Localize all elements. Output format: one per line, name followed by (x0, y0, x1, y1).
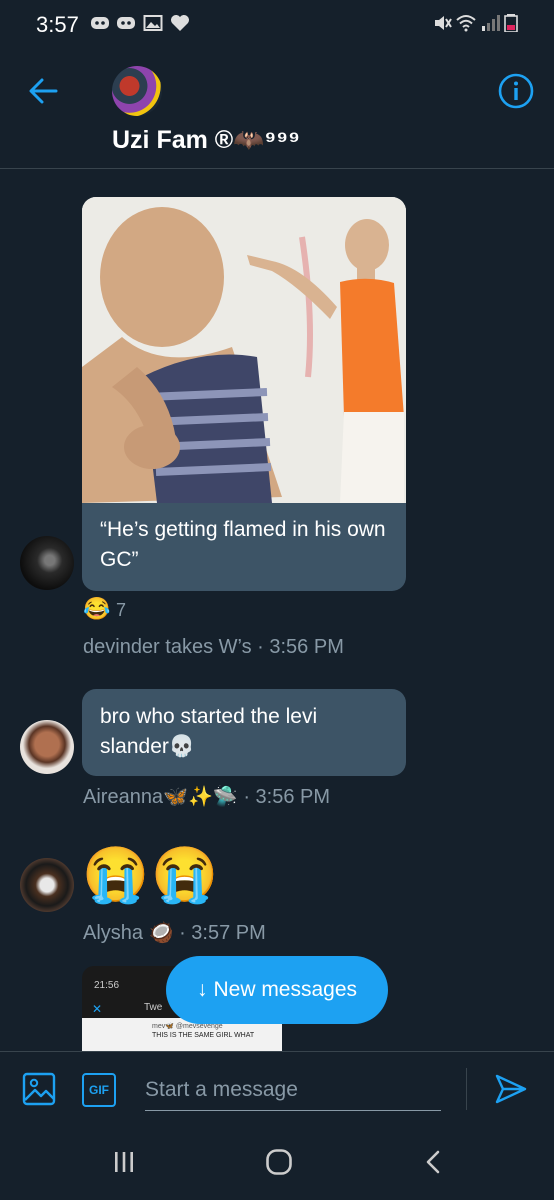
preview-close-icon: ✕ (92, 1002, 103, 1016)
recent-apps-icon[interactable] (112, 1150, 136, 1174)
discord-icon (91, 17, 109, 29)
message-time: · 3:56 PM (243, 786, 331, 808)
sender-name: Aireanna🦋✨🛸 (83, 786, 238, 808)
wifi-icon (456, 15, 476, 32)
arrow-down-icon: ↓ (196, 978, 208, 1001)
conversation-title[interactable]: Uzi Fam ®🦇⁹⁹⁹ (112, 126, 300, 155)
preview-time: 21:56 (94, 980, 120, 991)
signal-icon (482, 15, 500, 31)
image-message[interactable]: “He’s getting flamed in his own GC” (82, 197, 406, 591)
message-meta: Aireanna🦋✨🛸 · 3:56 PM (83, 784, 330, 809)
message-text: “He’s getting flamed in his own GC” (100, 518, 386, 571)
message-bubble[interactable]: bro who started the levi slander💀 (82, 689, 406, 776)
battery-icon (504, 14, 518, 32)
gif-label: GIF (89, 1083, 109, 1097)
back-arrow-icon[interactable] (28, 78, 58, 104)
preview-tab: Twe (144, 1002, 163, 1013)
image-icon[interactable] (22, 1072, 56, 1106)
reaction-emoji[interactable]: 😂 (83, 596, 110, 622)
message-text: bro who started the levi slander💀 (100, 705, 318, 758)
group-avatar[interactable] (112, 66, 162, 116)
send-icon[interactable] (494, 1073, 528, 1105)
message-meta: devinder takes W’s · 3:56 PM (83, 636, 344, 659)
new-messages-button[interactable]: ↓ New messages (166, 956, 388, 1024)
gallery-icon (143, 15, 163, 31)
back-nav-icon[interactable] (424, 1150, 442, 1174)
meme-image[interactable] (82, 197, 406, 503)
sender-avatar[interactable] (20, 536, 74, 590)
sender-avatar[interactable] (20, 858, 74, 912)
sender-avatar[interactable] (20, 720, 74, 774)
divider (466, 1068, 467, 1110)
message-time: · 3:57 PM (179, 922, 266, 944)
emoji-message[interactable]: 😭😭 (82, 842, 220, 908)
heart-icon (171, 15, 189, 31)
sender-name: Alysha 🥥 (83, 922, 174, 944)
discord-icon (117, 17, 135, 29)
message-meta: Alysha 🥥 · 3:57 PM (83, 920, 266, 945)
status-bar: 3:57 (0, 0, 554, 48)
info-icon[interactable] (498, 73, 534, 109)
mute-icon (435, 16, 452, 30)
home-icon[interactable] (265, 1148, 293, 1176)
sender-name: devinder takes W’s (83, 636, 252, 658)
message-input[interactable] (145, 1070, 441, 1111)
gif-button[interactable]: GIF (82, 1073, 116, 1107)
preview-text: THIS IS THE SAME GIRL WHAT (152, 1032, 255, 1039)
message-time: · 3:56 PM (257, 636, 344, 658)
new-messages-label: New messages (213, 978, 358, 1001)
status-time: 3:57 (36, 12, 79, 37)
reaction-count: 7 (116, 600, 127, 620)
